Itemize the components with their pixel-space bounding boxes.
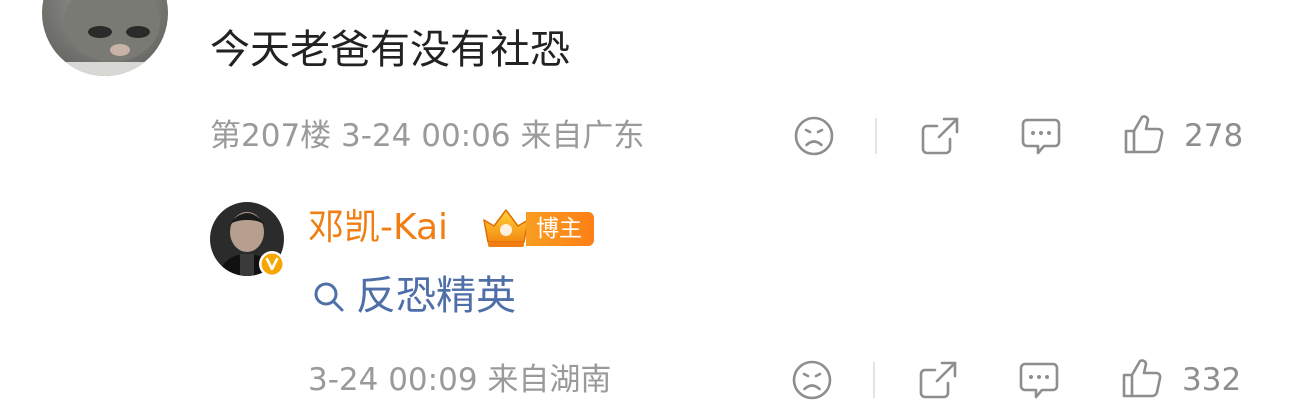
commenter-avatar[interactable] — [42, 0, 168, 76]
share-icon[interactable] — [918, 114, 962, 158]
comment-icon[interactable] — [1019, 114, 1063, 158]
reply-location: 来自湖南 — [487, 362, 612, 398]
comment-location: 来自广东 — [520, 118, 645, 154]
divider — [875, 118, 877, 154]
share-icon[interactable] — [916, 358, 960, 402]
verified-v-icon — [258, 250, 286, 278]
thumb-up-icon[interactable] — [1120, 356, 1164, 400]
search-icon[interactable] — [312, 280, 346, 314]
sad-face-icon[interactable] — [790, 358, 834, 402]
comment-icon[interactable] — [1017, 358, 1061, 402]
divider — [873, 362, 875, 398]
reply-time: 3-24 00:09 — [308, 362, 478, 398]
comment-meta: 第207楼 3-24 00:06 来自广东 — [210, 116, 644, 156]
comment-like-count: 278 — [1184, 118, 1244, 154]
reply-author-name[interactable]: 邓凯-Kai — [308, 206, 448, 250]
reply-text-search-link[interactable]: 反恐精英 — [356, 270, 516, 322]
sad-face-icon[interactable] — [792, 114, 836, 158]
comment-time: 3-24 00:06 — [341, 118, 511, 154]
reply-meta: 3-24 00:09 来自湖南 — [308, 360, 611, 400]
author-role-badge: 博主 — [526, 212, 594, 246]
comment-floor: 第207楼 — [210, 118, 332, 154]
crown-icon — [480, 206, 532, 250]
reply-like-count: 332 — [1182, 362, 1242, 398]
comment-text: 今天老爸有没有社恐 — [210, 27, 570, 73]
thumb-up-icon[interactable] — [1122, 112, 1166, 156]
